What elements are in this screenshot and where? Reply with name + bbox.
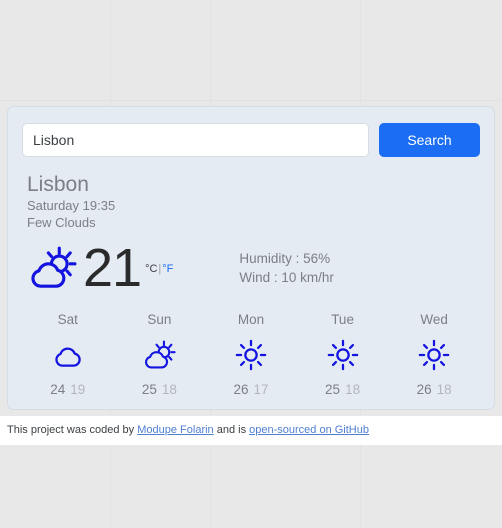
forecast-day-label: Sat (57, 312, 78, 327)
weather-card: Search Lisbon Saturday 19:35 Few Clouds (7, 106, 495, 410)
current-conditions: Lisbon Saturday 19:35 Few Clouds 21 °C|°… (22, 173, 480, 295)
forecast-row: Sat 24 19 Sun 25 18 Mon 26 17 Tue 25 18 … (22, 311, 480, 397)
current-description: Few Clouds (27, 215, 96, 230)
cloud-icon (55, 347, 81, 367)
footer-text-before: This project was coded by (7, 424, 138, 436)
celsius-unit-label: °C (145, 263, 158, 275)
forecast-day: Mon 26 17 (205, 311, 297, 397)
forecast-day: Sat 24 19 (22, 311, 114, 397)
forecast-day: Tue 25 18 (297, 311, 389, 397)
forecast-day-label: Wed (420, 312, 448, 327)
search-form: Search (22, 123, 480, 157)
wind-value: Wind : 10 km/hr (239, 270, 334, 285)
search-button[interactable]: Search (379, 123, 480, 157)
current-temperature: 21 (83, 238, 142, 298)
forecast-low: 18 (345, 382, 361, 397)
forecast-high: 26 (233, 382, 249, 397)
forecast-high: 25 (325, 382, 341, 397)
forecast-high: 24 (50, 382, 66, 397)
forecast-low: 18 (436, 382, 452, 397)
current-temp-group: 21 °C|°F (27, 241, 173, 295)
forecast-day-temps: 24 19 (22, 382, 114, 397)
sun-icon (235, 339, 267, 371)
forecast-day-temps: 26 17 (205, 382, 297, 397)
forecast-low: 17 (253, 382, 269, 397)
forecast-day-temps: 25 18 (297, 382, 389, 397)
forecast-day-label: Sun (147, 312, 172, 327)
city-search-input[interactable] (22, 123, 369, 157)
current-city-name: Lisbon (27, 173, 89, 196)
weather-app: Search Lisbon Saturday 19:35 Few Clouds (0, 106, 502, 445)
unit-separator: | (158, 263, 162, 275)
forecast-high: 26 (416, 382, 432, 397)
sun-behind-cloud-icon (31, 246, 77, 288)
footer-text-middle: and is (213, 424, 250, 436)
sun-icon (418, 339, 450, 371)
sun-icon (327, 339, 358, 371)
current-datetime: Saturday 19:35 (27, 198, 116, 213)
forecast-day-label: Tue (331, 312, 354, 327)
forecast-day-label: Mon (237, 312, 265, 327)
author-link[interactable]: Modupe Folarin (137, 424, 213, 436)
humidity-value: Humidity : 56% (239, 251, 331, 266)
grid-line-horizontal (0, 100, 502, 101)
current-main-row: 21 °C|°F Humidity : 56% Wind : 10 km/hr (27, 241, 480, 295)
forecast-day: Wed 26 18 (388, 311, 480, 397)
forecast-low: 18 (161, 382, 177, 397)
github-source-link[interactable]: open-sourced on GitHub (249, 424, 369, 436)
sun-behind-cloud-icon (145, 340, 177, 369)
fahrenheit-unit-link[interactable]: °F (162, 263, 173, 275)
forecast-low: 19 (70, 382, 86, 397)
page-footer: This project was coded by Modupe Folarin… (0, 416, 502, 445)
forecast-high: 25 (141, 382, 157, 397)
temperature-unit-toggle: °C|°F (145, 263, 173, 275)
forecast-day: Sun 25 18 (114, 311, 206, 397)
forecast-day-temps: 26 18 (388, 382, 480, 397)
current-details: Humidity : 56% Wind : 10 km/hr (239, 249, 334, 287)
forecast-day-temps: 25 18 (114, 382, 206, 397)
